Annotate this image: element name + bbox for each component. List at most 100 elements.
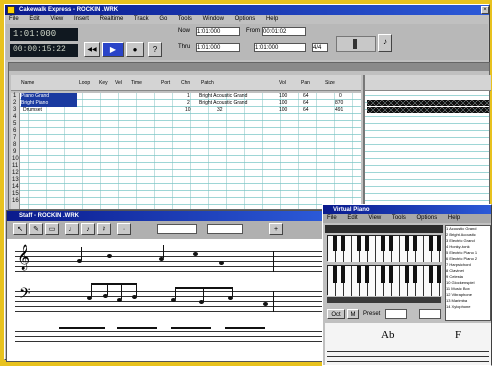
row-number[interactable]: 12	[11, 170, 19, 176]
row-number[interactable]: 5	[11, 121, 19, 127]
velocity-field[interactable]	[419, 309, 441, 319]
tempo-slider[interactable]	[336, 36, 376, 52]
column-time[interactable]: Time	[131, 80, 142, 86]
metronome-button[interactable]: ♪	[378, 34, 392, 52]
zoom-button[interactable]: +	[269, 223, 283, 235]
record-button[interactable]: ●	[126, 42, 144, 57]
note[interactable]	[263, 302, 268, 306]
note[interactable]	[107, 254, 112, 258]
track-size: 0	[339, 93, 342, 99]
column-size[interactable]: Size	[325, 80, 335, 86]
column-loop[interactable]: Loop	[79, 80, 90, 86]
menu-track[interactable]: Track	[134, 16, 149, 22]
meter-field[interactable]: 4/4	[312, 43, 328, 52]
upper-keyboard[interactable]	[327, 235, 442, 262]
app-icon[interactable]	[7, 6, 15, 14]
dot-button[interactable]: ·	[117, 223, 131, 235]
menu-insert[interactable]: Insert	[74, 16, 89, 22]
smpte-counter: 00:00:15:22	[10, 44, 78, 57]
column-vol[interactable]: Vol	[279, 80, 286, 86]
clip-track-2[interactable]	[367, 100, 489, 106]
select-tool-button[interactable]: ↖	[13, 223, 27, 235]
row-number[interactable]: 16	[11, 198, 19, 204]
row-number[interactable]: 7	[11, 135, 19, 141]
now-field[interactable]: 1:01:000	[196, 27, 240, 36]
menu-realtime[interactable]: Realtime	[100, 16, 124, 22]
note[interactable]	[117, 298, 122, 302]
menu-view[interactable]: View	[50, 16, 63, 22]
eraser-tool-button[interactable]: ▭	[45, 223, 59, 235]
menu-options[interactable]: Options	[235, 16, 256, 22]
list-item[interactable]: 14 Xylophone	[446, 304, 490, 310]
slider-thumb[interactable]	[353, 39, 357, 49]
track-row-2[interactable]: Bright Piano 2 Bright Acoustic Grand 100…	[21, 100, 361, 107]
menu-go[interactable]: Go	[159, 16, 167, 22]
keyboard-scroll-strip[interactable]	[327, 297, 441, 303]
help-button[interactable]: ?	[148, 42, 162, 57]
note[interactable]	[132, 295, 137, 299]
note[interactable]	[199, 300, 204, 304]
row-number[interactable]: 11	[11, 163, 19, 169]
track-volume: 100	[279, 100, 288, 106]
note[interactable]	[193, 252, 198, 256]
menu-file[interactable]: File	[9, 16, 19, 22]
track-pan: 64	[303, 100, 309, 106]
track-header-row: Name Loop Key Vel Time Port Chn Patch Vo…	[11, 75, 361, 91]
row-number[interactable]: 13	[11, 177, 19, 183]
pencil-tool-button[interactable]: ✎	[29, 223, 43, 235]
tempo-field[interactable]: 1:01:000	[254, 43, 306, 52]
preset-field[interactable]	[385, 309, 407, 319]
mode-button[interactable]: M	[347, 309, 359, 319]
track-row-1[interactable]: Piano Grand 1 Bright Acoustic Grand 100 …	[21, 93, 361, 100]
note[interactable]	[171, 298, 176, 302]
layout-dropdown[interactable]	[207, 224, 243, 234]
track-row-3[interactable]: Drumset 10 32 100 64 491	[21, 107, 361, 114]
clips-pane[interactable]	[363, 75, 491, 209]
column-pan[interactable]: Pan	[301, 80, 310, 86]
staff-window: Staff - ROCKIN .WRK ↖ ✎ ▭ ♩ ♪ 𝄽 · + 𝄞 𝄢	[6, 210, 326, 362]
snap-dropdown[interactable]	[157, 224, 197, 234]
row-number[interactable]: 2	[11, 100, 19, 106]
kb-menu-help[interactable]: Help	[448, 215, 460, 221]
column-port[interactable]: Port	[161, 80, 170, 86]
column-chn[interactable]: Chn	[181, 80, 190, 86]
row-number[interactable]: 10	[11, 156, 19, 162]
column-key[interactable]: Key	[99, 80, 108, 86]
row-number[interactable]: 15	[11, 191, 19, 197]
kb-menu-view[interactable]: View	[368, 215, 381, 221]
lower-keyboard[interactable]	[327, 265, 442, 296]
menu-tools[interactable]: Tools	[178, 16, 192, 22]
note[interactable]	[87, 296, 92, 300]
column-patch[interactable]: Patch	[201, 80, 214, 86]
menu-help[interactable]: Help	[266, 16, 278, 22]
column-name[interactable]: Name	[21, 80, 34, 86]
rest-button[interactable]: 𝄽	[97, 223, 111, 235]
row-number[interactable]: 9	[11, 149, 19, 155]
note-beam	[175, 287, 233, 289]
note[interactable]	[103, 294, 108, 298]
clip-track-3[interactable]	[367, 107, 489, 113]
row-number[interactable]: 6	[11, 128, 19, 134]
menu-window[interactable]: Window	[203, 16, 224, 22]
octave-button[interactable]: Oct	[327, 309, 345, 319]
menu-edit[interactable]: Edit	[29, 16, 39, 22]
rewind-button[interactable]: ◀◀	[84, 42, 100, 57]
kb-menu-tools[interactable]: Tools	[392, 215, 406, 221]
play-button[interactable]: ▶	[102, 42, 124, 57]
from-field[interactable]: 00:01:02	[262, 27, 306, 36]
row-number[interactable]: 3	[11, 107, 19, 113]
close-icon[interactable]: ×	[481, 6, 489, 14]
row-number[interactable]: 1	[11, 93, 19, 99]
note-duration-button[interactable]: ♩	[65, 223, 79, 235]
eighth-note-button[interactable]: ♪	[81, 223, 95, 235]
note[interactable]	[228, 296, 233, 300]
thru-field[interactable]: 1:01:000	[196, 43, 240, 52]
row-number[interactable]: 4	[11, 114, 19, 120]
kb-menu-file[interactable]: File	[327, 215, 337, 221]
kb-menu-edit[interactable]: Edit	[347, 215, 357, 221]
row-number[interactable]: 8	[11, 142, 19, 148]
column-vel[interactable]: Vel	[115, 80, 122, 86]
row-number[interactable]: 14	[11, 184, 19, 190]
kb-menu-options[interactable]: Options	[417, 215, 438, 221]
note[interactable]	[219, 261, 224, 265]
